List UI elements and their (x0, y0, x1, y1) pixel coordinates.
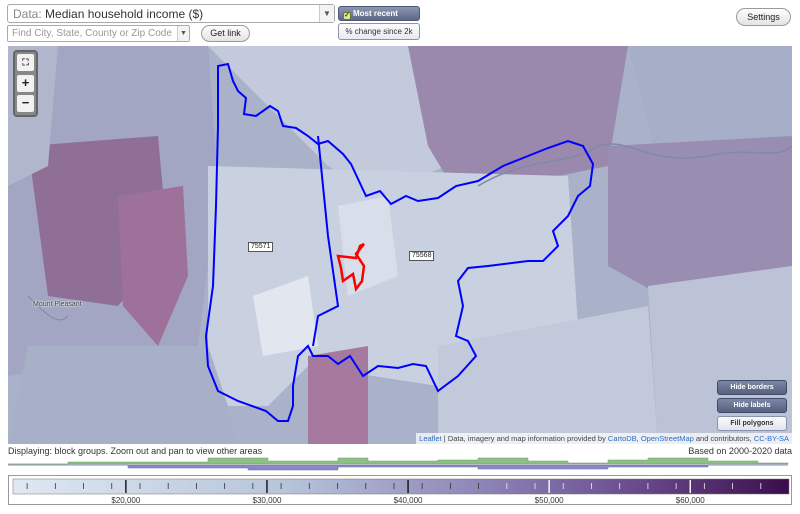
legend-gradient-bar (12, 478, 790, 495)
data-selector-label: Data: (13, 7, 42, 21)
license-link[interactable]: CC-BY-SA (754, 434, 789, 443)
attribution-text-2: and contributors, (693, 434, 754, 443)
fill-polygons-button[interactable]: Fill polygons (717, 416, 787, 431)
legend-tick-label: $20,000 (111, 496, 140, 505)
settings-button[interactable]: Settings (736, 8, 791, 26)
histogram-lower (8, 464, 788, 471)
leaflet-link[interactable]: Leaflet (419, 434, 442, 443)
block-group-polygon (8, 346, 238, 444)
map-view[interactable]: ⛶ + − 75571 75568 Mount Pleasant Hide bo… (8, 46, 792, 444)
color-legend: $20,000 $30,000 $40,000 $50,000 $60,000 (8, 475, 792, 505)
most-recent-value-toggle[interactable]: ✓Most recent value (338, 6, 420, 31)
legend-tick-label: $30,000 (253, 496, 282, 505)
osm-link[interactable]: OpenStreetMap (641, 434, 694, 443)
histogram-upper (8, 457, 789, 465)
block-group-polygon (308, 346, 368, 444)
data-selector[interactable]: Data: Median household income ($) ▼ (7, 4, 335, 23)
location-search-placeholder: Find City, State, County or Zip Code (12, 28, 172, 39)
zoom-fit-icon[interactable]: ⛶ (17, 54, 34, 71)
legend-tick-label: $50,000 (535, 496, 564, 505)
hide-borders-button[interactable]: Hide borders (717, 380, 787, 395)
app-root: Data: Median household income ($) ▼ Find… (0, 0, 800, 514)
map-canvas (8, 46, 792, 444)
hide-labels-button[interactable]: Hide labels (717, 398, 787, 413)
chevron-down-icon[interactable]: ▼ (319, 5, 334, 22)
legend-scale: $20,000 $30,000 $40,000 $50,000 $60,000 (12, 478, 790, 505)
zoom-controls: ⛶ + − (13, 50, 38, 117)
distribution-histogram (8, 457, 789, 471)
zip-label-75568: 75568 (409, 251, 435, 261)
check-icon: ✓ (343, 12, 351, 20)
town-label: Mount Pleasant (33, 301, 82, 308)
cartodb-link[interactable]: CartoDB (608, 434, 637, 443)
zoom-out-icon[interactable]: − (17, 95, 34, 112)
map-attribution: Leaflet | Data, imagery and map informat… (416, 433, 792, 444)
search-dropdown-chevron-icon[interactable]: ▼ (177, 26, 189, 41)
location-search-input[interactable]: Find City, State, County or Zip Code ▼ (7, 25, 190, 42)
get-link-button[interactable]: Get link (201, 25, 250, 42)
attribution-text: | Data, imagery and map information prov… (441, 434, 608, 443)
legend-tick-label: $40,000 (394, 496, 423, 505)
data-selector-value: Median household income ($) (45, 7, 204, 21)
legend-tick-label: $60,000 (676, 496, 705, 505)
percent-change-toggle[interactable]: % change since 2k (338, 23, 420, 40)
zoom-in-icon[interactable]: + (17, 75, 34, 92)
zip-label-75571: 75571 (248, 242, 274, 252)
